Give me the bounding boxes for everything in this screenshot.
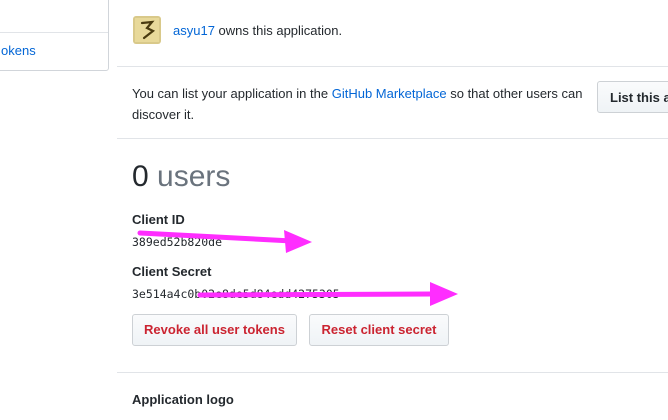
users-count-label: users <box>148 160 231 193</box>
owner-text: owns this application. <box>214 23 343 38</box>
application-logo-heading: Application logo <box>132 392 234 407</box>
client-id-label: Client ID <box>132 212 185 227</box>
section-divider <box>117 66 668 67</box>
users-count-number: 0 <box>132 160 149 193</box>
sidebar-item-tokens[interactable]: okens <box>1 43 36 58</box>
client-id-value: 389ed52b820de <box>132 235 223 249</box>
users-count: 0 users <box>132 160 230 194</box>
github-marketplace-link[interactable]: GitHub Marketplace <box>332 86 447 101</box>
section-divider <box>117 372 668 373</box>
marketplace-description: You can list your application in the Git… <box>132 83 594 125</box>
section-divider <box>117 138 668 139</box>
owner-username-link[interactable]: asyu17 <box>173 23 215 38</box>
avatar[interactable] <box>133 16 161 44</box>
settings-sidebar: okens <box>0 0 109 71</box>
sidebar-divider <box>0 32 108 33</box>
revoke-all-tokens-button[interactable]: Revoke all user tokens <box>132 314 297 346</box>
marketplace-text-before: You can list your application in the <box>132 86 332 101</box>
list-in-marketplace-button[interactable]: List this a <box>597 81 668 113</box>
client-secret-value: 3e514a4c0b02e8de5d84edd4275305 <box>132 287 340 301</box>
reset-client-secret-button[interactable]: Reset client secret <box>309 314 449 346</box>
client-secret-label: Client Secret <box>132 264 212 279</box>
owner-line: asyu17 owns this application. <box>173 23 342 38</box>
